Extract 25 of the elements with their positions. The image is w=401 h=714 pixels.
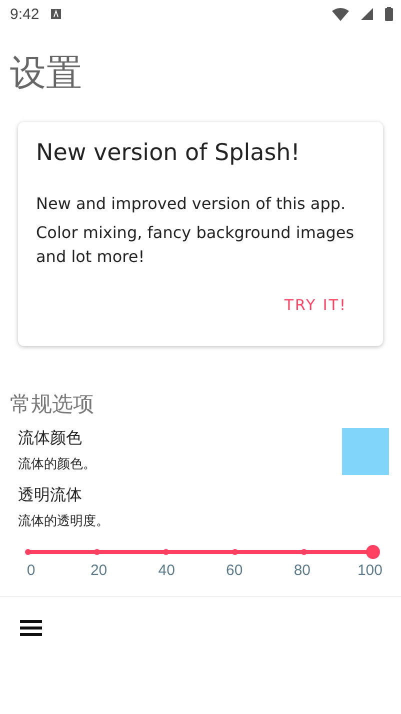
setting-summary: 流体的颜色。 <box>18 456 97 473</box>
tick-label: 80 <box>292 562 312 579</box>
tick-label: 20 <box>89 562 108 579</box>
page-title: 设置 <box>10 52 83 96</box>
tick-label: 0 <box>26 562 36 579</box>
try-it-button[interactable]: TRY IT! <box>284 292 347 318</box>
signal-icon <box>361 8 373 20</box>
card-title: New version of Splash! <box>36 140 301 166</box>
battery-icon <box>385 7 393 21</box>
tick-dot <box>25 549 31 555</box>
tick-label: 40 <box>157 562 176 579</box>
tick-label: 60 <box>225 562 244 579</box>
card-text: New and improved version of this app. <box>36 193 347 215</box>
menu-icon[interactable] <box>20 619 42 637</box>
setting-title: 透明流体 <box>18 485 83 506</box>
status-time: 9:42 <box>10 6 40 22</box>
setting-summary: 流体的透明度。 <box>18 513 110 530</box>
wifi-icon <box>332 8 349 20</box>
slider-thumb[interactable] <box>366 545 380 559</box>
color-swatch[interactable] <box>342 428 389 475</box>
setting-title: 流体颜色 <box>18 428 83 449</box>
tick-label: 100 <box>356 562 384 579</box>
section-title: 常规选项 <box>10 391 95 418</box>
notification-icon <box>51 9 62 19</box>
card-text: Color mixing, fancy background images and lot more! <box>36 222 356 268</box>
